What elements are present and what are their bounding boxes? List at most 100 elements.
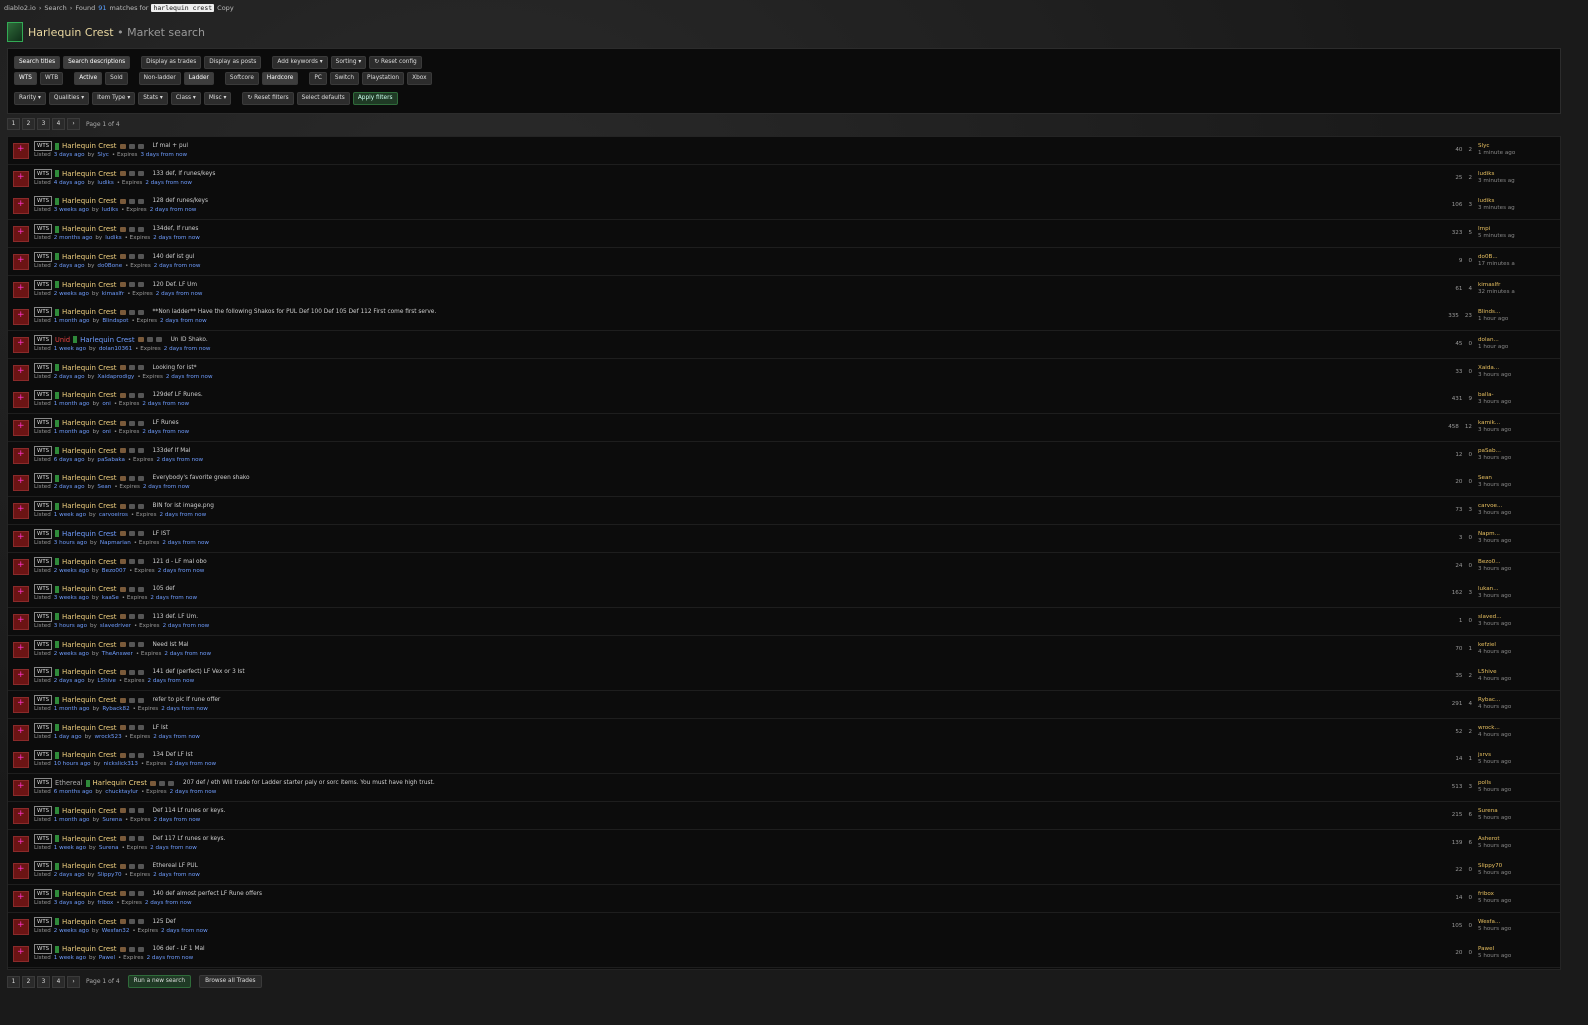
table-row[interactable]: WTS Harlequin Crest 133def lf Mal Listed6 d…: [8, 441, 1560, 470]
avatar[interactable]: [13, 669, 29, 686]
item-link[interactable]: Harlequin Crest: [62, 807, 116, 815]
last-post-user[interactable]: Blinds...: [1478, 309, 1542, 316]
avatar[interactable]: [13, 503, 29, 520]
seller-link[interactable]: paSabaka: [97, 457, 125, 463]
last-post-user[interactable]: jsrvs: [1478, 752, 1542, 759]
filter-chip[interactable]: Non-ladder: [138, 72, 181, 85]
page-button[interactable]: 2: [22, 975, 35, 988]
item-link[interactable]: Harlequin Crest: [62, 668, 116, 676]
seller-link[interactable]: Napmarian: [100, 540, 131, 546]
table-row[interactable]: WTS Harlequin Crest 129def LF Runes. Listed…: [8, 386, 1560, 415]
filter-chip[interactable]: Misc ▾: [203, 92, 232, 105]
filter-chip[interactable]: Add keywords ▾: [272, 56, 328, 69]
table-row[interactable]: WTS Harlequin Crest 134def, lf runes Listed…: [8, 220, 1560, 249]
page-button[interactable]: ›: [67, 118, 80, 130]
last-post-user[interactable]: Xaida...: [1478, 365, 1542, 372]
filter-chip[interactable]: WTS: [14, 72, 37, 85]
item-link[interactable]: Harlequin Crest: [62, 558, 116, 566]
item-link[interactable]: Harlequin Crest: [62, 613, 116, 621]
item-link[interactable]: Harlequin Crest: [62, 724, 116, 732]
avatar[interactable]: [13, 253, 29, 270]
filter-chip[interactable]: ↻ Reset config: [369, 56, 422, 69]
seller-link[interactable]: slavedriver: [100, 623, 131, 629]
last-post-user[interactable]: L5hive: [1478, 669, 1542, 676]
page-button[interactable]: ›: [67, 975, 80, 988]
avatar[interactable]: [13, 226, 29, 243]
item-link[interactable]: Harlequin Crest: [62, 585, 116, 593]
filter-chip[interactable]: Search descriptions: [63, 56, 131, 69]
last-post-user[interactable]: Bezo0...: [1478, 559, 1542, 566]
filter-chip[interactable]: Stats ▾: [138, 92, 168, 105]
last-post-user[interactable]: dolan...: [1478, 337, 1542, 344]
seller-link[interactable]: Wesfan32: [102, 928, 130, 934]
avatar[interactable]: [13, 641, 29, 658]
item-link[interactable]: Harlequin Crest: [62, 170, 116, 178]
table-row[interactable]: WTS Harlequin Crest BIN for ist image.png L…: [8, 497, 1560, 526]
last-post-user[interactable]: Slyc: [1478, 143, 1542, 150]
last-post-user[interactable]: Impi: [1478, 226, 1542, 233]
avatar[interactable]: [13, 697, 29, 713]
page-button[interactable]: 1: [7, 118, 20, 130]
table-row[interactable]: WTS Harlequin Crest 133 def, lf runes/keys…: [8, 164, 1560, 193]
last-post-user[interactable]: kefziel: [1478, 642, 1542, 649]
copy-button[interactable]: Copy: [217, 4, 234, 12]
item-link[interactable]: Harlequin Crest: [62, 918, 116, 926]
avatar[interactable]: [13, 558, 29, 575]
page-button[interactable]: 1: [7, 975, 20, 988]
item-link[interactable]: Harlequin Crest: [62, 530, 116, 538]
avatar[interactable]: [13, 890, 29, 907]
table-row[interactable]: WTS Harlequin Crest 140 def almost perfect…: [8, 884, 1560, 913]
seller-link[interactable]: kimaslfr: [102, 291, 124, 297]
seller-link[interactable]: Slippy70: [97, 872, 121, 878]
last-post-user[interactable]: wrock...: [1478, 725, 1542, 732]
table-row[interactable]: WTS Harlequin Crest **Non ladder** Have th…: [8, 303, 1560, 332]
item-link[interactable]: Harlequin Crest: [62, 751, 116, 759]
seller-link[interactable]: oni: [102, 401, 111, 407]
table-row[interactable]: WTSHarlequin CrestLF ISTListed3 hours ag…: [8, 524, 1560, 553]
filter-chip[interactable]: WTB: [39, 72, 64, 85]
search-link[interactable]: Search: [44, 4, 66, 12]
seller-link[interactable]: fribox: [97, 900, 113, 906]
seller-link[interactable]: Xaidaprodigy: [97, 374, 134, 380]
last-post-user[interactable]: ludiks: [1478, 198, 1542, 205]
last-post-user[interactable]: Slippy70: [1478, 863, 1542, 870]
item-link[interactable]: Harlequin Crest: [62, 253, 116, 261]
filter-chip[interactable]: Display as trades: [141, 56, 202, 69]
avatar[interactable]: [13, 807, 29, 824]
last-post-user[interactable]: slaved...: [1478, 614, 1542, 621]
item-link[interactable]: Harlequin Crest: [62, 364, 116, 372]
last-post-user[interactable]: Surena: [1478, 808, 1542, 815]
avatar[interactable]: [13, 475, 29, 492]
last-post-user[interactable]: Rybac...: [1478, 697, 1542, 704]
table-row[interactable]: WTS Harlequin Crest 128 def runes/keys List…: [8, 192, 1560, 221]
last-post-user[interactable]: Asherot: [1478, 836, 1542, 843]
seller-link[interactable]: L5hive: [97, 678, 116, 684]
page-button[interactable]: 3: [37, 118, 50, 130]
item-link[interactable]: Harlequin Crest: [62, 474, 116, 482]
avatar[interactable]: [13, 752, 29, 769]
filter-chip[interactable]: Qualities ▾: [48, 92, 90, 105]
seller-link[interactable]: kaaSe: [102, 595, 119, 601]
item-link[interactable]: Harlequin Crest: [62, 142, 116, 150]
seller-link[interactable]: TheAnswer: [102, 651, 133, 657]
filter-chip[interactable]: Xbox: [407, 72, 432, 85]
seller-link[interactable]: dolan10361: [99, 346, 132, 352]
site-link[interactable]: diablo2.io: [4, 4, 36, 12]
filter-chip[interactable]: Item Type ▾: [92, 92, 136, 105]
seller-link[interactable]: Sean: [97, 484, 111, 490]
filter-chip[interactable]: Apply filters: [352, 92, 398, 105]
table-row[interactable]: WTS Harlequin Crest Need Ist Mal Listed2 we…: [8, 635, 1560, 664]
seller-link[interactable]: ludiks: [102, 207, 118, 213]
filter-chip[interactable]: Playstation: [362, 72, 405, 85]
seller-link[interactable]: Surena: [99, 845, 119, 851]
seller-link[interactable]: Surena: [102, 817, 122, 823]
seller-link[interactable]: chucktaylur: [105, 789, 138, 795]
seller-link[interactable]: wrock523: [94, 734, 121, 740]
seller-link[interactable]: carvoeiros: [99, 512, 128, 518]
filter-chip[interactable]: PC: [309, 72, 327, 85]
filter-chip[interactable]: Class ▾: [170, 92, 201, 105]
avatar[interactable]: [13, 530, 29, 547]
last-post-user[interactable]: ludiks: [1478, 171, 1542, 178]
seller-link[interactable]: Slyc: [97, 152, 109, 158]
table-row[interactable]: WTSHarlequin Crest120 Def. LF UmListed2 …: [8, 275, 1560, 304]
